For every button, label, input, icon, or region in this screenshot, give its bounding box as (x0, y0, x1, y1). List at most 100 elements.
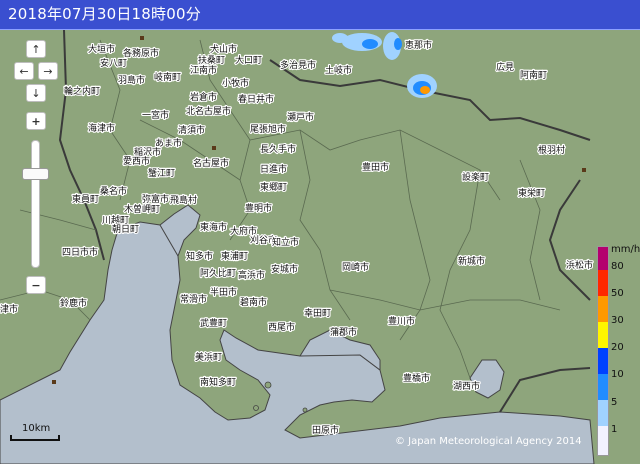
label-anpachi: 安八町 (100, 57, 127, 69)
label-kaizu: 海津市 (88, 122, 115, 134)
label-konan: 江南市 (190, 64, 217, 76)
marker-icon (52, 380, 56, 384)
pan-up-button[interactable]: ↑ (26, 40, 46, 58)
rain-cell (332, 33, 348, 43)
label-kisosaki: 木曽岬町 (124, 203, 160, 215)
legend-value: 10 (611, 369, 624, 380)
label-toei: 東栄町 (518, 187, 545, 199)
zoom-out-button[interactable]: − (26, 276, 46, 294)
pan-left-button[interactable]: ← (14, 62, 34, 80)
marker-icon (212, 146, 216, 150)
label-togo: 東郷町 (260, 181, 287, 193)
label-nisshin: 日進市 (260, 163, 287, 175)
title-bar: 2018年07月30日18時00分 (0, 0, 640, 30)
label-kitanagoya: 北名古屋市 (186, 105, 231, 117)
marker-icon (582, 168, 586, 172)
label-tahara: 田原市 (312, 424, 339, 436)
label-kosai: 湖西市 (453, 380, 480, 392)
zoom-in-button[interactable]: + (26, 112, 46, 130)
label-ena: 恵那市 (405, 39, 432, 51)
label-hirokane: 広見 (496, 61, 514, 73)
precipitation-legend: mm/h 80 50 30 20 10 5 1 (595, 244, 640, 460)
label-tobishima: 飛島村 (170, 194, 197, 206)
label-kiyosu: 清須市 (178, 124, 205, 136)
label-taketoyo: 武豊町 (200, 317, 227, 329)
label-shitara: 設楽町 (462, 171, 489, 183)
legend-swatch-5 (597, 374, 609, 400)
label-toyoake: 豊明市 (245, 202, 272, 214)
label-wanouchi: 輪之内町 (64, 85, 100, 97)
label-toyohashi: 豊橋市 (403, 372, 430, 384)
label-takahama: 高浜市 (238, 269, 265, 281)
label-higashiura: 東浦町 (221, 250, 248, 262)
label-hashima: 羽島市 (118, 74, 145, 86)
label-ginan: 岐南町 (154, 71, 181, 83)
label-shinshiro: 新城市 (458, 255, 485, 267)
pan-down-button[interactable]: ↓ (26, 84, 46, 102)
label-gamagori: 蒲郡市 (330, 326, 357, 338)
label-kota: 幸田町 (304, 308, 331, 319)
label-ogaki: 大垣市 (88, 43, 115, 55)
label-anjo: 安城市 (271, 263, 298, 275)
legend-value: 80 (611, 261, 624, 272)
legend-swatch-20 (597, 322, 609, 348)
legend-swatch-30 (597, 296, 609, 322)
label-toyokawa: 豊川市 (388, 315, 415, 327)
scale-label: 10km (22, 423, 51, 434)
pan-right-button[interactable]: → (38, 62, 58, 80)
rain-cell (394, 38, 402, 50)
label-mihama: 美浜町 (195, 351, 222, 363)
legend-swatch-50 (597, 270, 609, 296)
label-handa: 半田市 (210, 286, 237, 298)
label-toin: 東員町 (72, 193, 99, 205)
label-kasugai: 春日井市 (238, 93, 274, 105)
timestamp-title: 2018年07月30日18時00分 (8, 5, 201, 23)
label-owariasahi: 尾張旭市 (250, 123, 286, 135)
label-hekinan: 碧南市 (240, 296, 267, 308)
legend-value: 5 (611, 397, 618, 408)
legend-value: 1 (611, 424, 618, 435)
zoom-slider-handle[interactable] (22, 168, 49, 180)
label-tsu: 津市 (0, 303, 18, 315)
label-asahi: 朝日町 (112, 224, 139, 235)
label-anan: 阿南町 (520, 69, 547, 81)
legend-swatch-80 (597, 246, 609, 270)
label-komaki: 小牧市 (222, 77, 249, 89)
legend-value: 50 (611, 288, 624, 299)
legend-swatch-0 (597, 426, 609, 456)
label-hamamatsu: 浜松市 (566, 259, 593, 271)
label-agui: 阿久比町 (200, 267, 236, 279)
label-minamichita: 南知多町 (200, 376, 236, 388)
legend-unit: mm/h (611, 244, 640, 255)
label-fuso: 扶桑町 (198, 54, 225, 66)
label-toki: 土岐市 (325, 64, 352, 76)
label-tajimi: 多治見市 (280, 59, 316, 71)
label-kuwana: 桑名市 (100, 185, 127, 197)
radar-map[interactable]: 犬山市 大垣市 各務原市 扶桑町 大口町 多治見市 土岐市 恵那市 広見 阿南町… (0, 30, 640, 464)
label-toyota: 豊田市 (362, 161, 389, 173)
label-aisai: 愛西市 (123, 155, 150, 167)
label-chiryu: 知立市 (272, 236, 299, 248)
legend-value: 30 (611, 315, 624, 326)
label-suzuka: 鈴鹿市 (60, 297, 87, 309)
label-inuyama: 犬山市 (210, 43, 237, 55)
label-tokoname: 常滑市 (180, 293, 207, 305)
legend-swatch-1 (597, 400, 609, 426)
label-chita: 知多市 (186, 250, 213, 262)
label-tokai: 東海市 (200, 221, 227, 233)
marker-icon (140, 36, 144, 40)
rain-cell (362, 39, 378, 49)
label-nagoya: 名古屋市 (193, 157, 229, 169)
label-iwakura: 岩倉市 (190, 91, 217, 103)
label-nagakute: 長久手市 (260, 143, 296, 155)
zoom-slider-track[interactable] (31, 140, 40, 268)
label-nei: 根羽村 (538, 144, 565, 156)
label-nishio: 西尾市 (268, 321, 295, 333)
label-kanie: 蟹江町 (148, 167, 175, 179)
copyright-credit: © Japan Meteorological Agency 2014 (395, 436, 582, 447)
label-okazaki: 岡崎市 (342, 261, 369, 273)
label-yokkaichi: 四日市市 (62, 246, 98, 258)
label-ohguchi: 大口町 (235, 54, 262, 66)
scale-line (10, 435, 60, 441)
legend-value: 20 (611, 342, 624, 353)
